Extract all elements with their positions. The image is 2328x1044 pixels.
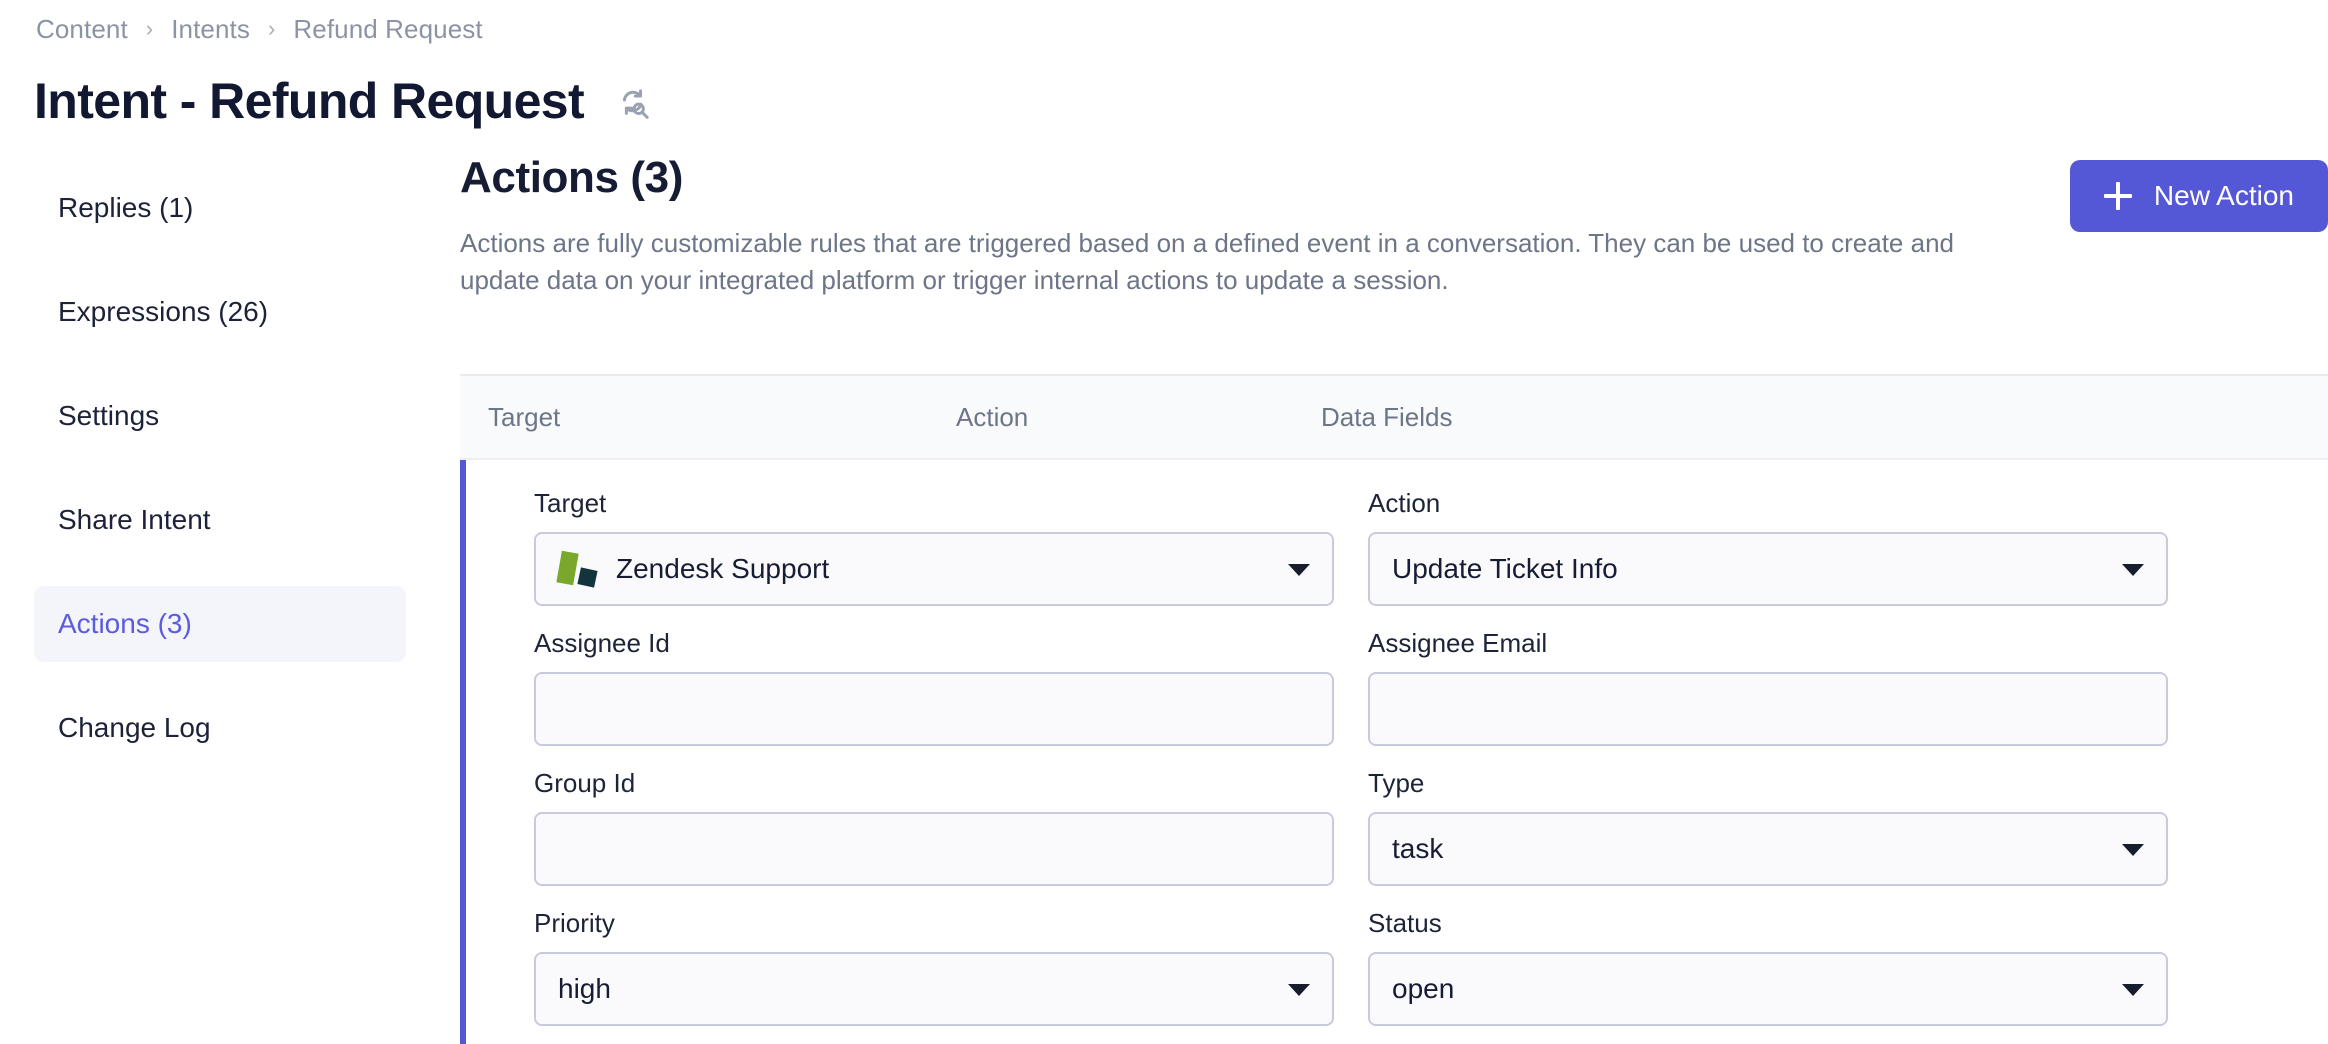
assignee-email-input[interactable]: [1368, 672, 2168, 746]
new-action-button-label: New Action: [2153, 180, 2294, 211]
field-label-priority: Priority: [534, 908, 615, 938]
sidebar-item-change-log[interactable]: Change Log: [34, 690, 406, 766]
page-title: Intent - Refund Request: [34, 73, 585, 129]
sidebar-item-label: Change Log: [58, 712, 211, 743]
status-select-value: open: [1392, 973, 1455, 1004]
sidebar-item-replies[interactable]: Replies (1): [34, 170, 406, 246]
column-header-target: Target: [488, 401, 561, 432]
field-assignee-email: Assignee Email: [1368, 628, 2168, 746]
field-assignee-id: Assignee Id: [534, 628, 1334, 746]
sidebar-item-label: Share Intent: [58, 504, 211, 535]
action-select-value: Update Ticket Info: [1392, 553, 1618, 584]
field-label-status: Status: [1368, 908, 1442, 938]
sidebar-item-label: Replies (1): [58, 192, 194, 223]
field-label-target: Target: [534, 488, 607, 518]
breadcrumb-item-intents[interactable]: Intents: [171, 14, 250, 45]
priority-select-value: high: [558, 973, 611, 1004]
action-row: Target Zendesk Support Action Update Tic…: [460, 460, 2328, 1044]
field-label-assignee-id: Assignee Id: [534, 628, 670, 658]
type-select[interactable]: task: [1368, 812, 2168, 886]
chevron-down-icon: [1288, 564, 1310, 576]
chevron-down-icon: [2122, 844, 2144, 856]
chevron-down-icon: [1288, 984, 1310, 996]
assignee-id-input[interactable]: [534, 672, 1334, 746]
main-content: Actions (3) Actions are fully customizab…: [458, 152, 2328, 1044]
field-type: Type task: [1368, 768, 2168, 886]
field-label-action: Action: [1368, 488, 1441, 518]
sidebar-item-share-intent[interactable]: Share Intent: [34, 482, 406, 558]
field-label-assignee-email: Assignee Email: [1368, 628, 1548, 658]
plus-icon: [2103, 182, 2132, 210]
priority-select[interactable]: high: [534, 952, 1334, 1026]
target-select-value: Zendesk Support: [616, 553, 830, 584]
breadcrumb-separator-icon: ›: [267, 15, 276, 41]
page-title-row: Intent - Refund Request: [34, 73, 652, 131]
sidebar-item-expressions[interactable]: Expressions (26): [34, 274, 406, 350]
sidebar: Replies (1) Expressions (26) Settings Sh…: [0, 170, 440, 766]
chevron-down-icon: [2122, 984, 2144, 996]
sidebar-item-settings[interactable]: Settings: [34, 378, 406, 454]
new-action-button[interactable]: New Action: [2069, 160, 2328, 232]
sidebar-item-label: Settings: [58, 400, 160, 431]
sync-search-icon[interactable]: [618, 87, 652, 121]
actions-table-header: Target Action Data Fields: [460, 374, 2328, 460]
field-group-id: Group Id: [534, 768, 1334, 886]
section-title: Actions (3): [460, 153, 683, 202]
app-page: Content › Intents › Refund Request Inten…: [0, 0, 2328, 1044]
column-header-action: Action: [956, 401, 1029, 432]
field-label-group-id: Group Id: [534, 768, 636, 798]
field-label-type: Type: [1368, 768, 1425, 798]
breadcrumb-separator-icon: ›: [145, 15, 154, 41]
group-id-input[interactable]: [534, 812, 1334, 886]
section-header: Actions (3) Actions are fully customizab…: [458, 152, 2328, 299]
status-select[interactable]: open: [1368, 952, 2168, 1026]
breadcrumb: Content › Intents › Refund Request: [36, 14, 483, 45]
sidebar-item-actions[interactable]: Actions (3): [34, 586, 406, 662]
column-header-data-fields: Data Fields: [1321, 401, 1453, 432]
breadcrumb-item-refund-request[interactable]: Refund Request: [293, 14, 482, 45]
action-select[interactable]: Update Ticket Info: [1368, 532, 2168, 606]
type-select-value: task: [1392, 833, 1444, 864]
zendesk-logo-icon: [556, 550, 598, 588]
field-target: Target Zendesk Support: [534, 488, 1334, 606]
target-select[interactable]: Zendesk Support: [534, 532, 1334, 606]
sidebar-item-label: Expressions (26): [58, 296, 269, 327]
field-action: Action Update Ticket Info: [1368, 488, 2168, 606]
chevron-down-icon: [2122, 564, 2144, 576]
section-description: Actions are fully customizable rules tha…: [460, 227, 1954, 295]
action-form: Target Zendesk Support Action Update Tic…: [466, 460, 2328, 1026]
field-status: Status open: [1368, 908, 2168, 1026]
field-priority: Priority high: [534, 908, 1334, 1026]
breadcrumb-item-content[interactable]: Content: [36, 14, 128, 45]
sidebar-item-label: Actions (3): [58, 608, 192, 639]
